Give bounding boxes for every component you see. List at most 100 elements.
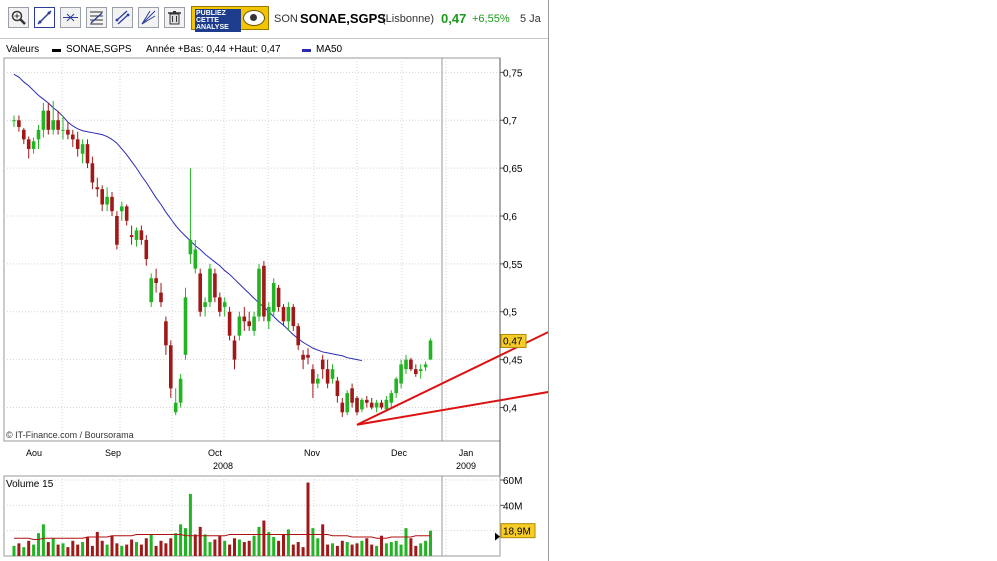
volume-bar xyxy=(331,543,334,556)
volume-bar xyxy=(12,545,16,556)
candle-body xyxy=(61,129,65,131)
candle-body xyxy=(276,287,281,307)
trendline-tool-button[interactable] xyxy=(34,7,55,28)
volume-bar xyxy=(355,543,359,556)
last-volume-tag-label: 18,9M xyxy=(503,527,531,538)
price-tick-label: 0,55 xyxy=(503,260,523,271)
candle-body xyxy=(51,120,55,130)
candle-body xyxy=(414,369,418,374)
volume-bar xyxy=(125,544,129,556)
volume-bar xyxy=(17,543,21,556)
candle-body xyxy=(404,359,408,370)
indicators-tool-button[interactable] xyxy=(86,7,107,28)
candle-body xyxy=(247,321,251,327)
fibonacci-tool-button[interactable] xyxy=(138,7,159,28)
volume-bar xyxy=(120,545,124,556)
candle-body xyxy=(183,297,188,355)
volume-bar xyxy=(27,540,31,556)
candle-body xyxy=(365,399,369,403)
candle-body xyxy=(262,265,266,317)
candle-body xyxy=(237,316,242,336)
channel-icon xyxy=(115,10,130,25)
candle-body xyxy=(26,139,31,149)
volume-bar xyxy=(228,544,232,556)
crosshair-tool-button[interactable] xyxy=(60,7,81,28)
candle-body xyxy=(169,345,173,389)
magnifier-icon xyxy=(11,10,26,25)
candle-body xyxy=(218,297,222,312)
volume-bar xyxy=(321,524,325,556)
candle-body xyxy=(90,163,95,183)
candle-body xyxy=(173,402,178,413)
volume-bar xyxy=(76,544,80,556)
trendline-icon xyxy=(37,10,52,25)
candle-body xyxy=(355,397,359,413)
volume-bar xyxy=(384,543,388,556)
volume-bar xyxy=(81,542,85,556)
volume-bar xyxy=(399,544,403,556)
candle-body xyxy=(66,129,70,135)
publish-analysis-banner[interactable]: PUBLIEZ CETTE ANALYSE xyxy=(191,6,269,32)
volume-bar xyxy=(164,543,168,556)
candle-body xyxy=(242,316,247,322)
candle-body xyxy=(222,302,227,307)
volume-bar xyxy=(130,539,134,556)
delete-tool-button[interactable] xyxy=(164,7,185,28)
candle-body xyxy=(120,206,124,212)
last-price-tag-label: 0,47 xyxy=(503,336,523,347)
indicators-icon xyxy=(90,11,103,25)
candle-body xyxy=(56,120,60,130)
volume-bar xyxy=(61,543,65,556)
price-chart[interactable]: 0,75 0,7 0,65 0,6 0,55 0,5 0,45 0,4 0,47 Aou Sep O… xyxy=(0,38,548,561)
candle-body xyxy=(193,249,198,269)
ticker-code: SON xyxy=(274,13,298,25)
volume-bar xyxy=(135,542,138,556)
period-label: 5 Ja xyxy=(520,13,541,25)
volume-bar xyxy=(350,544,354,556)
candle-body xyxy=(105,196,109,205)
volume-bar xyxy=(46,542,50,556)
candle-body xyxy=(311,369,315,384)
candle-body xyxy=(188,239,193,255)
volume-bar xyxy=(296,542,300,556)
volume-bar xyxy=(252,535,256,556)
candle-body xyxy=(95,187,100,190)
volume-bar xyxy=(22,547,26,556)
volume-bar xyxy=(360,540,364,556)
channel-tool-button[interactable] xyxy=(112,7,133,28)
volume-bar xyxy=(365,538,369,556)
candle-body xyxy=(213,273,217,298)
candle-body xyxy=(374,402,379,408)
volume-bar xyxy=(242,542,246,556)
candle-body xyxy=(198,273,202,312)
candle-body xyxy=(271,283,276,312)
date-axis: Aou Sep Oct Nov Dec Jan 2008 2009 xyxy=(26,448,476,471)
toolbar: PUBLIEZ CETTE ANALYSE SON SONAE,SGPS (Li… xyxy=(0,0,548,39)
volume-bar xyxy=(277,540,281,556)
price-grid xyxy=(3,57,501,442)
volume-bar xyxy=(257,526,261,556)
volume-bar xyxy=(198,526,202,556)
volume-bar xyxy=(389,542,393,556)
volume-bar xyxy=(247,540,251,556)
candle-body xyxy=(203,302,207,307)
year-label: 2008 xyxy=(213,461,233,471)
volume-bar xyxy=(311,528,315,556)
last-price: 0,47 xyxy=(441,11,467,26)
volume-bar xyxy=(179,524,183,556)
volume-bar xyxy=(233,538,236,556)
zoom-tool-button[interactable] xyxy=(8,7,29,28)
candle-body xyxy=(22,129,26,140)
volume-bar xyxy=(110,535,114,556)
candle-body xyxy=(12,120,16,122)
candle-body xyxy=(208,268,212,303)
month-label: Dec xyxy=(391,448,408,458)
volume-bar xyxy=(345,542,349,556)
volume-bar xyxy=(56,544,60,556)
volume-bar xyxy=(86,537,89,556)
volume-bar xyxy=(340,540,344,556)
candle-body xyxy=(340,402,345,413)
candle-body xyxy=(301,354,305,360)
volume-bar xyxy=(267,531,271,556)
candle-body xyxy=(369,402,374,408)
